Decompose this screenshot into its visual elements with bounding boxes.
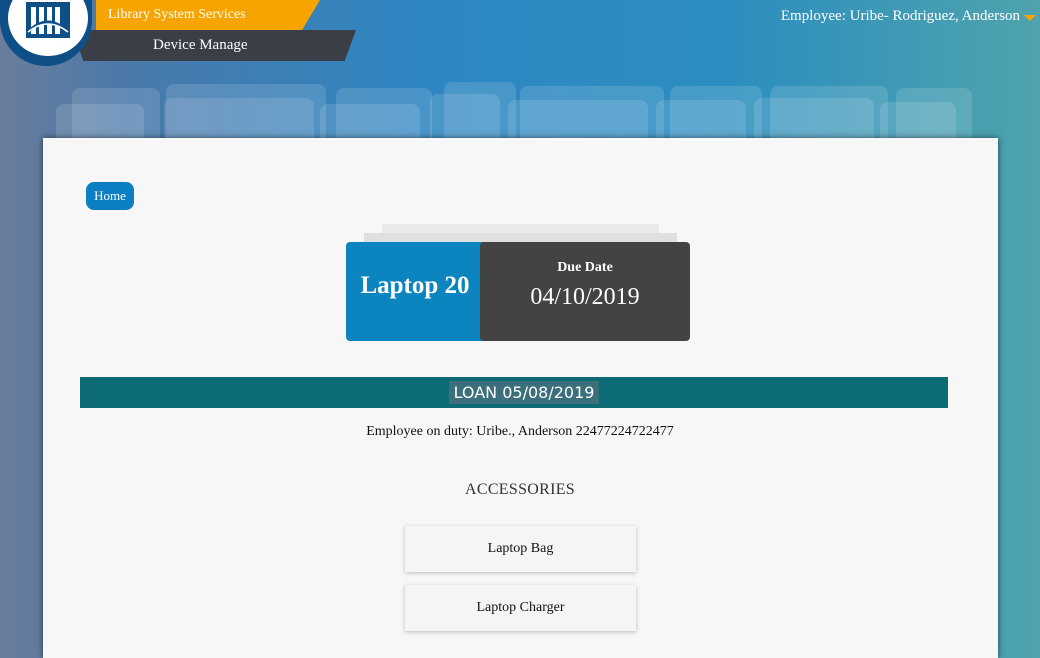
due-date-card: Due Date 04/10/2019 (480, 242, 690, 341)
home-button[interactable]: Home (86, 182, 134, 210)
accessories-title: ACCESSORIES (465, 481, 575, 498)
employee-on-duty: Employee on duty: Uribe., Anderson 22477… (366, 424, 674, 439)
library-logo-icon (26, 2, 70, 38)
accessory-item-laptop-bag[interactable]: Laptop Bag (405, 526, 636, 572)
caret-down-icon[interactable] (1024, 15, 1036, 21)
app-title: Device Manage (153, 37, 248, 53)
logo-circle (4, 0, 92, 60)
system-title-tab: Library System Services (96, 0, 320, 30)
due-date-label: Due Date (557, 260, 613, 275)
loan-label: LOAN 05/08/2019 (449, 381, 599, 404)
employee-menu[interactable]: Employee: Uribe- Rodriguez, Anderson (781, 8, 1020, 25)
accessory-item-laptop-charger[interactable]: Laptop Charger (405, 585, 636, 631)
device-card: Laptop 20 (346, 242, 484, 341)
device-name: Laptop 20 (360, 272, 470, 299)
logo-badge[interactable] (0, 0, 92, 66)
app-title-tab: Device Manage (72, 30, 356, 61)
due-date-value: 04/10/2019 (530, 284, 640, 310)
system-title: Library System Services (108, 7, 246, 22)
card-stack-shadow (364, 233, 677, 242)
